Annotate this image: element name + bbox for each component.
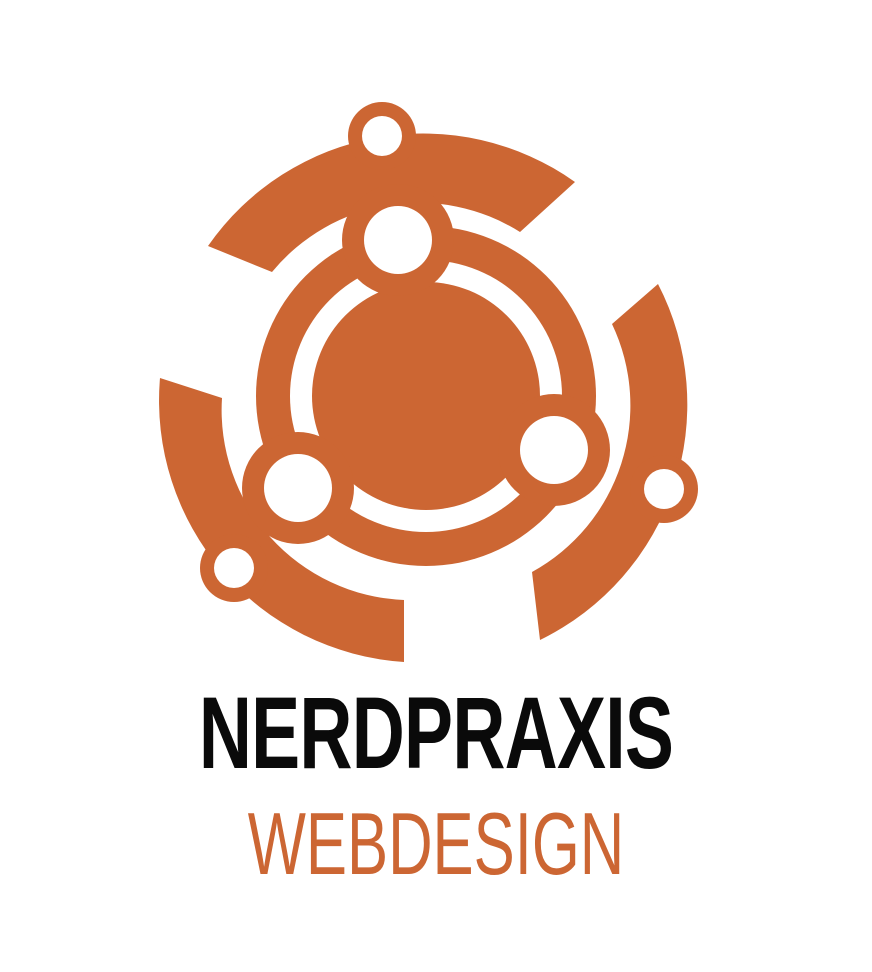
brand-tagline: WEBDESIGN: [247, 794, 625, 893]
outer-node-right-hole: [644, 469, 684, 509]
outer-node-top-hole: [362, 116, 402, 156]
inner-node-right-hole: [520, 416, 588, 484]
outer-node-left-hole: [214, 548, 254, 588]
inner-node-top-hole: [364, 206, 432, 274]
inner-node-left-hole: [264, 454, 332, 522]
brand-name: NERDPRAXIS: [198, 676, 674, 790]
network-ring-logo-icon: [159, 102, 698, 662]
